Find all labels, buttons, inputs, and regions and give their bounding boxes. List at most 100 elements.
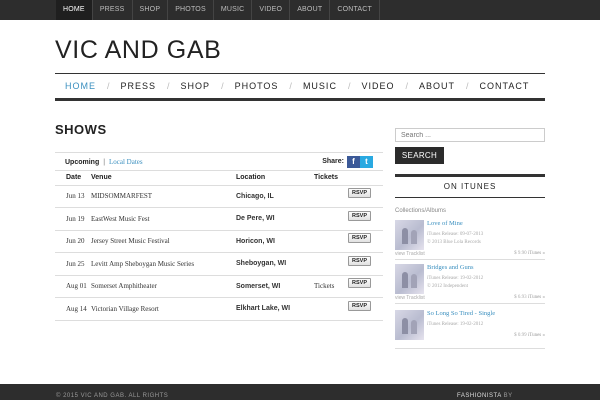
- view-tracklist-link[interactable]: view Tracklist: [395, 251, 425, 257]
- album-label: © 2012 Independent: [427, 284, 469, 289]
- rsvp-button[interactable]: RSVP: [348, 210, 371, 221]
- column-header-venue: Venue: [91, 171, 236, 186]
- topnav-video[interactable]: VIDEO: [252, 0, 291, 20]
- top-bar: HOME PRESS SHOP PHOTOS MUSIC VIDEO ABOUT…: [0, 0, 600, 20]
- divider: [395, 348, 545, 349]
- show-venue: Jersey Street Music Festival: [91, 230, 236, 253]
- mainnav-press[interactable]: PRESS: [110, 81, 168, 91]
- mainnav-photos[interactable]: PHOTOS: [224, 81, 290, 91]
- topnav-home[interactable]: HOME: [56, 0, 93, 20]
- itunes-link[interactable]: iTunes »: [528, 295, 545, 300]
- rsvp-cell: RSVP: [348, 252, 383, 276]
- rsvp-button[interactable]: RSVP: [348, 188, 371, 199]
- search-input[interactable]: [395, 128, 545, 142]
- show-venue: MIDSOMMARFEST: [91, 185, 236, 208]
- album-item: Bridges and Guns iTunes Release: 19-02-2…: [395, 264, 545, 304]
- tab-separator: |: [103, 158, 106, 166]
- album-price: $ 0.99 iTunes »: [514, 333, 545, 338]
- album-release: iTunes Release: 19-02-2012: [427, 276, 484, 281]
- topnav-shop[interactable]: SHOP: [133, 0, 169, 20]
- table-row: Jun 13 MIDSOMMARFEST Chicago, IL RSVP: [55, 185, 383, 208]
- view-tracklist-link[interactable]: view Tracklist: [395, 295, 425, 301]
- album-price-value: $ 6.93: [514, 295, 527, 300]
- mainnav-contact[interactable]: CONTACT: [469, 81, 541, 91]
- topnav-contact[interactable]: CONTACT: [330, 0, 381, 20]
- table-header-row: Date Venue Location Tickets: [55, 171, 383, 186]
- rsvp-cell: RSVP: [348, 297, 383, 321]
- table-row: Jun 25 Levitt Amp Sheboygan Music Series…: [55, 252, 383, 276]
- itunes-link[interactable]: iTunes »: [528, 333, 545, 338]
- mainnav-home[interactable]: HOME: [55, 81, 107, 91]
- show-venue: Somerset Amphitheater: [91, 275, 236, 298]
- divider: [395, 303, 545, 304]
- album-title[interactable]: So Long So Tired - Single: [427, 310, 495, 317]
- show-location: Elkhart Lake, WI: [236, 297, 314, 321]
- album-title[interactable]: Bridges and Guns: [427, 264, 474, 271]
- footer-brand-name[interactable]: FASHIONISTA: [457, 393, 501, 399]
- album-item: Love of Mine iTunes Release: 09-07-2013 …: [395, 220, 545, 260]
- topnav-press[interactable]: PRESS: [93, 0, 133, 20]
- shows-table: Date Venue Location Tickets Jun 13 MIDSO…: [55, 171, 383, 321]
- show-date: Jun 13: [55, 185, 91, 208]
- mainnav-shop[interactable]: SHOP: [170, 81, 222, 91]
- rsvp-button[interactable]: RSVP: [348, 233, 371, 244]
- page-title: SHOWS: [55, 122, 107, 137]
- main-nav: HOME / PRESS / SHOP / PHOTOS / MUSIC / V…: [55, 73, 545, 101]
- show-date: Aug 01: [55, 275, 91, 298]
- album-price: $ 9.90 iTunes »: [514, 251, 545, 256]
- tab-local-dates[interactable]: Local Dates: [109, 158, 143, 166]
- shows-widget-header: Upcoming | Local Dates Share: f t: [55, 153, 383, 171]
- site-title[interactable]: VIC AND GAB: [55, 36, 221, 65]
- twitter-icon[interactable]: t: [360, 155, 373, 168]
- rsvp-cell: RSVP: [348, 230, 383, 253]
- album-release: iTunes Release: 19-02-2012: [427, 322, 484, 327]
- show-location: Sheboygan, WI: [236, 252, 314, 276]
- rsvp-cell: RSVP: [348, 207, 383, 231]
- show-date: Jun 19: [55, 207, 91, 231]
- show-venue: EastWest Music Fest: [91, 207, 236, 231]
- mainnav-video[interactable]: VIDEO: [350, 81, 405, 91]
- topnav-photos[interactable]: PHOTOS: [168, 0, 214, 20]
- show-tickets: [314, 297, 348, 321]
- album-item: So Long So Tired - Single iTunes Release…: [395, 310, 545, 352]
- shows-tabs: Upcoming | Local Dates: [65, 158, 143, 166]
- footer-by: BY: [503, 393, 513, 399]
- album-price-value: $ 9.90: [514, 251, 527, 256]
- search-button[interactable]: SEARCH: [395, 147, 444, 164]
- facebook-icon[interactable]: f: [347, 155, 360, 168]
- table-row: Jun 20 Jersey Street Music Festival Hori…: [55, 230, 383, 253]
- show-date: Jun 20: [55, 230, 91, 253]
- show-venue: Victorian Village Resort: [91, 297, 236, 321]
- share-bar: Share: f t: [322, 155, 373, 168]
- album-title[interactable]: Love of Mine: [427, 220, 463, 227]
- mainnav-music[interactable]: MUSIC: [292, 81, 348, 91]
- footer-brand: FASHIONISTA BY: [457, 393, 513, 399]
- show-location: Chicago, IL: [236, 185, 314, 208]
- itunes-widget-title: ON ITUNES: [395, 174, 545, 198]
- show-location: Horicon, WI: [236, 230, 314, 253]
- mainnav-about[interactable]: ABOUT: [408, 81, 466, 91]
- show-venue: Levitt Amp Sheboygan Music Series: [91, 252, 236, 276]
- album-price: $ 6.93 iTunes »: [514, 295, 545, 300]
- topnav-music[interactable]: MUSIC: [214, 0, 253, 20]
- show-location: Somerset, WI: [236, 275, 314, 298]
- footer: © 2015 VIC AND GAB. ALL RIGHTS FASHIONIS…: [0, 384, 600, 400]
- tickets-link[interactable]: Tickets: [314, 275, 348, 298]
- rsvp-button[interactable]: RSVP: [348, 255, 371, 266]
- column-header-rsvp: [348, 171, 383, 186]
- itunes-link[interactable]: iTunes »: [528, 251, 545, 256]
- rsvp-button[interactable]: RSVP: [348, 300, 371, 311]
- table-row: Aug 14 Victorian Village Resort Elkhart …: [55, 297, 383, 321]
- tab-upcoming[interactable]: Upcoming: [65, 159, 99, 166]
- rsvp-cell: RSVP: [348, 275, 383, 298]
- show-date: Aug 14: [55, 297, 91, 321]
- column-header-location: Location: [236, 171, 314, 186]
- rsvp-button[interactable]: RSVP: [348, 278, 371, 289]
- album-cover[interactable]: [395, 220, 424, 250]
- album-cover[interactable]: [395, 310, 424, 340]
- top-nav: HOME PRESS SHOP PHOTOS MUSIC VIDEO ABOUT…: [56, 0, 381, 20]
- topnav-about[interactable]: ABOUT: [290, 0, 331, 20]
- album-cover[interactable]: [395, 264, 424, 294]
- album-label: © 2013 Blue Lola Records: [427, 240, 481, 245]
- collections-label: Collections/Albums: [395, 208, 447, 214]
